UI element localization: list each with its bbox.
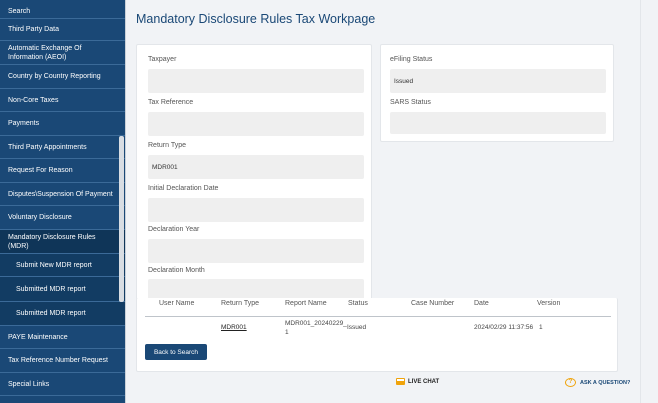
sidebar-item-aeoi[interactable]: Automatic Exchange Of Information (AEOI)	[0, 41, 125, 65]
live-chat-link[interactable]: LIVE CHAT	[396, 378, 439, 385]
sidebar-item-non-core-taxes[interactable]: Non-Core Taxes	[0, 89, 125, 112]
page-right-border	[640, 0, 641, 403]
table-header-divider	[145, 316, 611, 317]
col-header-report-name: Report Name	[285, 300, 327, 307]
declaration-year-field[interactable]	[148, 239, 364, 263]
tax-reference-label: Tax Reference	[148, 99, 194, 106]
sidebar-item-tax-reference-request[interactable]: Tax Reference Number Request	[0, 349, 125, 373]
sidebar: Search Third Party Data Automatic Exchan…	[0, 0, 125, 403]
sars-status-label: SARS Status	[390, 99, 431, 106]
declaration-month-label: Declaration Month	[148, 267, 205, 274]
sidebar-item-cbc-reporting[interactable]: Country by Country Reporting	[0, 65, 125, 89]
col-header-return-type: Return Type	[221, 300, 260, 307]
row-date: 2024/02/29 11:37:56	[474, 324, 534, 331]
return-details-card: Taxpayer Tax Reference Return Type MDR00…	[136, 44, 372, 301]
col-header-case-number: Case Number	[411, 300, 455, 307]
col-header-date: Date	[474, 300, 489, 307]
sidebar-item-special-links[interactable]: Special Links	[0, 373, 125, 396]
efiling-status-label: eFiling Status	[390, 56, 433, 63]
sidebar-item-search[interactable]: Search	[0, 0, 125, 19]
col-header-user-name: User Name	[159, 300, 195, 307]
sidebar-item-voluntary-disclosure[interactable]: Voluntary Disclosure	[0, 206, 125, 230]
sidebar-item-disputes[interactable]: Disputes\Suspension Of Payment	[0, 183, 125, 206]
row-report-name-line1: MDR001_20240229_	[285, 320, 347, 327]
status-card: eFiling Status Issued SARS Status	[380, 44, 614, 142]
col-header-version: Version	[537, 300, 561, 307]
return-type-label: Return Type	[148, 142, 187, 149]
row-status: Issued	[347, 324, 367, 331]
efiling-status-field[interactable]: Issued	[390, 69, 606, 93]
sidebar-item-submitted-mdr-2[interactable]: Submitted MDR report	[0, 302, 125, 326]
sars-status-field[interactable]	[390, 112, 606, 134]
back-to-search-button[interactable]: Back to Search	[145, 344, 207, 360]
chat-icon	[396, 378, 405, 385]
taxpayer-label: Taxpayer	[148, 56, 177, 63]
sidebar-item-mdr[interactable]: Mandatory Disclosure Rules (MDR)	[0, 230, 125, 254]
sidebar-scrollbar[interactable]	[119, 136, 124, 302]
sidebar-item-third-party-appointments[interactable]: Third Party Appointments	[0, 136, 125, 159]
sidebar-item-payments[interactable]: Payments	[0, 112, 125, 136]
ask-question-link[interactable]: ? ASK A QUESTION?	[565, 378, 630, 387]
initial-declaration-date-label: Initial Declaration Date	[148, 185, 219, 192]
initial-declaration-date-field[interactable]	[148, 198, 364, 222]
sidebar-item-third-party-data[interactable]: Third Party Data	[0, 19, 125, 41]
sidebar-item-submit-new-mdr[interactable]: Submit New MDR report	[0, 254, 125, 277]
tax-reference-field[interactable]	[148, 112, 364, 136]
row-version: 1	[539, 324, 543, 331]
declaration-year-label: Declaration Year	[148, 226, 200, 233]
sidebar-item-request-for-reason[interactable]: Request For Reason	[0, 159, 125, 183]
row-return-type-link[interactable]: MDR001	[221, 324, 247, 331]
return-type-field[interactable]: MDR001	[148, 155, 364, 179]
row-report-name-line2: 1	[285, 329, 289, 336]
live-chat-label: LIVE CHAT	[408, 378, 440, 385]
sidebar-item-paye-maintenance[interactable]: PAYE Maintenance	[0, 326, 125, 349]
reports-table: User Name Return Type Report Name Status…	[136, 298, 618, 372]
question-bubble-icon: ?	[565, 378, 576, 387]
page-title: Mandatory Disclosure Rules Tax Workpage	[136, 12, 376, 26]
ask-question-label: ASK A QUESTION?	[580, 379, 631, 386]
taxpayer-field[interactable]	[148, 69, 364, 93]
main-content: Mandatory Disclosure Rules Tax Workpage …	[126, 0, 658, 403]
sidebar-item-submitted-mdr[interactable]: Submitted MDR report	[0, 277, 125, 302]
col-header-status: Status	[348, 300, 368, 307]
